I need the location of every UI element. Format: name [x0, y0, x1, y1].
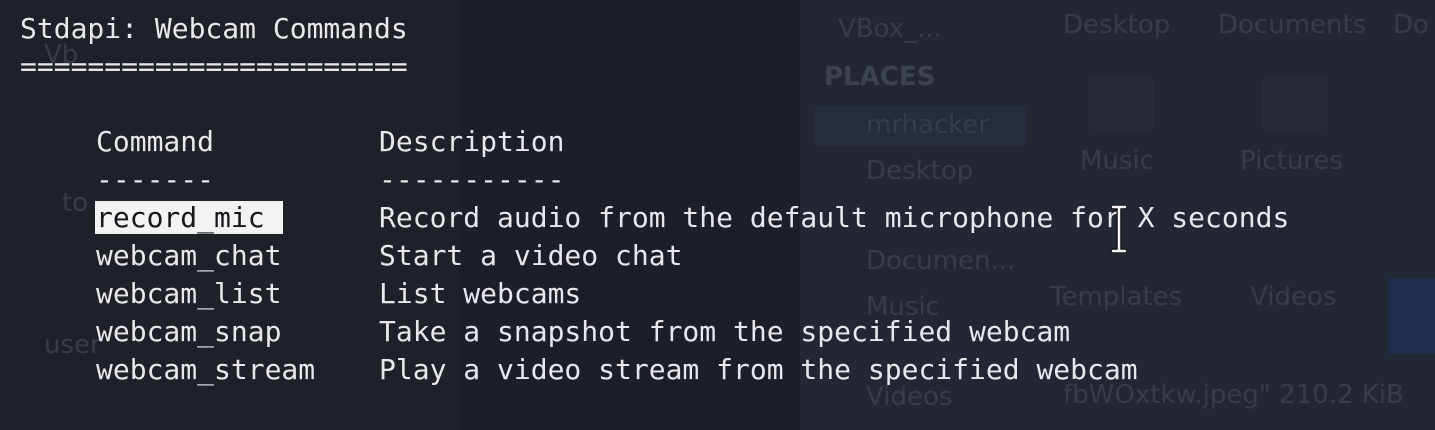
table-header-description: Description — [379, 125, 565, 158]
terminal-output[interactable]: Stdapi: Webcam Commands ================… — [0, 0, 1435, 430]
table-header-description-underline: ----------- — [379, 163, 565, 196]
table-row-description: Record audio from the default microphone… — [379, 201, 1290, 234]
table-header-command: Command — [96, 125, 215, 158]
screen: VBox_... Desktop Documents Do PLACES mrh… — [0, 0, 1435, 430]
section-title: Stdapi: Webcam Commands — [20, 12, 408, 45]
table-row-description: Start a video chat — [379, 239, 683, 272]
section-title-underline: ======================= — [20, 50, 408, 83]
table-row-description: List webcams — [379, 277, 582, 310]
table-row-command: webcam_stream — [96, 353, 316, 386]
ibeam-cursor-icon — [1110, 205, 1128, 253]
table-header-command-underline: ------- — [96, 163, 215, 196]
selected-text[interactable]: record_mic — [95, 201, 283, 234]
table-row-command: webcam_snap — [96, 315, 282, 348]
table-row-command: record_mic — [95, 199, 283, 237]
table-row-description: Take a snapshot from the specified webca… — [379, 315, 1071, 348]
table-row-command: webcam_list — [96, 277, 282, 310]
table-row-command: webcam_chat — [96, 239, 282, 272]
table-row-description: Play a video stream from the specified w… — [379, 353, 1138, 386]
